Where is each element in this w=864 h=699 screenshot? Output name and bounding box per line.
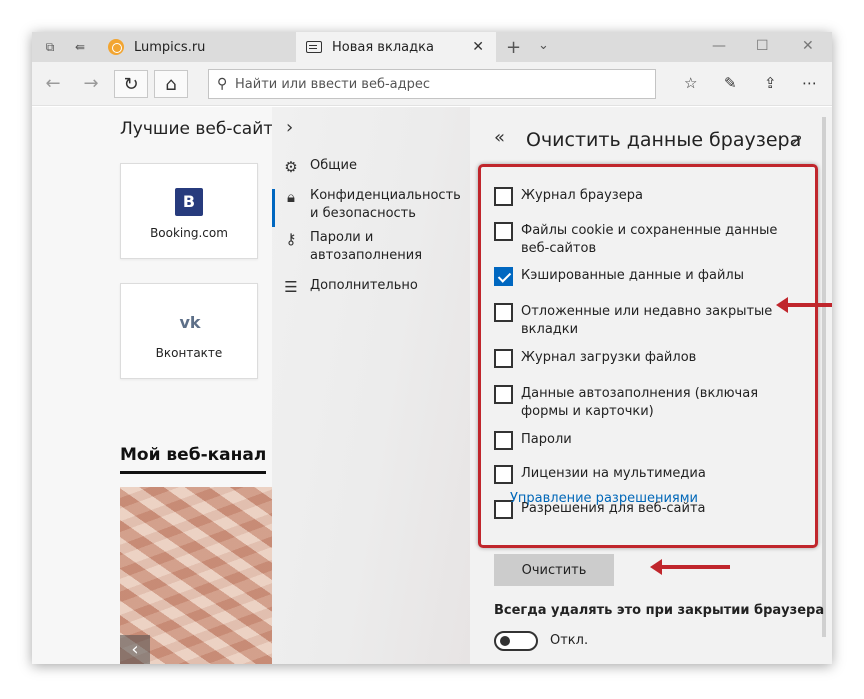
settings-nav-privacy[interactable]: 🔒︎ Конфиденциальность и безопасность bbox=[272, 187, 470, 227]
top-sites-heading: Лучшие веб-сайть bbox=[120, 119, 284, 139]
set-aside-tabs-icon[interactable]: ⇚ bbox=[72, 40, 88, 54]
gear-icon: ⚙ bbox=[284, 158, 298, 176]
more-menu-icon[interactable]: ⋯ bbox=[802, 74, 817, 92]
annotation-arrow-cache bbox=[776, 297, 832, 313]
settings-nav-label: Конфиденциальность и безопасность bbox=[310, 188, 461, 221]
address-input[interactable] bbox=[235, 76, 635, 92]
chevron-right-icon[interactable]: › bbox=[286, 117, 293, 138]
chevron-down-icon[interactable]: ⌄ bbox=[538, 38, 549, 53]
site-tile-booking[interactable]: B Booking.com bbox=[120, 163, 258, 259]
pen-icon[interactable]: ✎ bbox=[724, 74, 737, 92]
close-window-icon[interactable]: ✕ bbox=[802, 38, 814, 54]
settings-nav-label: Общие bbox=[310, 158, 357, 173]
key-icon: ⚷ bbox=[285, 230, 297, 248]
settings-nav-advanced[interactable]: ☰ Дополнительно bbox=[272, 277, 470, 296]
address-bar[interactable]: ⚲ bbox=[208, 69, 656, 99]
tab-strip: ⧉ ⇚ Lumpics.ru Новая вкладка ✕ + ⌄ — ☐ ✕ bbox=[32, 32, 832, 62]
tab-new-tab[interactable]: Новая вкладка ✕ bbox=[296, 32, 496, 62]
clear-data-pane: « Очистить данные браузера ⊸ Журнал брау… bbox=[470, 107, 832, 664]
annotation-arrow-clear bbox=[650, 559, 730, 575]
new-tab-plus-icon[interactable]: + bbox=[506, 37, 521, 58]
maximize-icon[interactable]: ☐ bbox=[756, 38, 769, 54]
site-tile-label: Booking.com bbox=[150, 226, 228, 240]
back-chevrons-icon[interactable]: « bbox=[494, 127, 505, 148]
tab-preview-icon[interactable]: ⧉ bbox=[42, 40, 58, 54]
browser-window: ⧉ ⇚ Lumpics.ru Новая вкладка ✕ + ⌄ — ☐ ✕… bbox=[32, 32, 832, 664]
always-clear-label: Всегда удалять это при закрытии браузера bbox=[494, 603, 825, 618]
toggle-state-label: Откл. bbox=[550, 633, 589, 648]
lumpics-favicon-icon bbox=[108, 39, 124, 55]
pane-scrollbar[interactable] bbox=[822, 117, 826, 637]
tab-title: Новая вкладка bbox=[332, 39, 434, 55]
feed-heading[interactable]: Мой веб-канал bbox=[120, 445, 267, 474]
clear-button[interactable]: Очистить bbox=[494, 554, 614, 586]
new-tab-page-icon bbox=[306, 41, 322, 53]
settings-nav-label: Пароли и автозаполнения bbox=[310, 230, 423, 263]
pane-title: Очистить данные браузера bbox=[526, 129, 802, 151]
tab-lumpics[interactable]: Lumpics.ru bbox=[98, 32, 294, 62]
share-icon[interactable]: ⇪ bbox=[764, 74, 777, 92]
booking-logo-icon: B bbox=[175, 188, 203, 216]
settings-nav-general[interactable]: ⚙ Общие bbox=[272, 157, 470, 176]
lock-icon: 🔒︎ bbox=[287, 188, 295, 206]
settings-navigation: › ⚙ Общие 🔒︎ Конфиденциальность и безопа… bbox=[272, 107, 470, 664]
minimize-icon[interactable]: — bbox=[712, 38, 726, 54]
chevron-left-icon[interactable]: ‹ bbox=[120, 635, 150, 664]
back-arrow-icon[interactable]: ← bbox=[36, 70, 70, 98]
new-tab-page: Лучшие веб-сайть B Booking.com vk Вконта… bbox=[32, 107, 283, 664]
settings-nav-passwords[interactable]: ⚷ Пароли и автозаполнения bbox=[272, 229, 470, 265]
search-icon: ⚲ bbox=[217, 76, 228, 92]
favorites-list-icon[interactable]: ☆ bbox=[684, 74, 697, 92]
site-tile-label: Вконтакте bbox=[155, 346, 223, 360]
forward-arrow-icon[interactable]: → bbox=[74, 70, 108, 98]
vk-logo-icon: vk bbox=[179, 313, 201, 332]
toolbar: ← → ↻ ⌂ ⚲ ☆ ✎ ⇪ ⋯ bbox=[32, 62, 832, 106]
settings-nav-label: Дополнительно bbox=[310, 278, 418, 293]
site-tile-vk[interactable]: vk Вконтакте bbox=[120, 283, 258, 379]
always-clear-toggle[interactable] bbox=[494, 631, 538, 651]
home-icon[interactable]: ⌂ bbox=[154, 70, 188, 98]
close-tab-icon[interactable]: ✕ bbox=[472, 39, 484, 55]
tab-title: Lumpics.ru bbox=[134, 39, 206, 55]
refresh-icon[interactable]: ↻ bbox=[114, 70, 148, 98]
annotation-highlight-box bbox=[478, 164, 818, 548]
sliders-icon: ☰ bbox=[284, 278, 298, 296]
